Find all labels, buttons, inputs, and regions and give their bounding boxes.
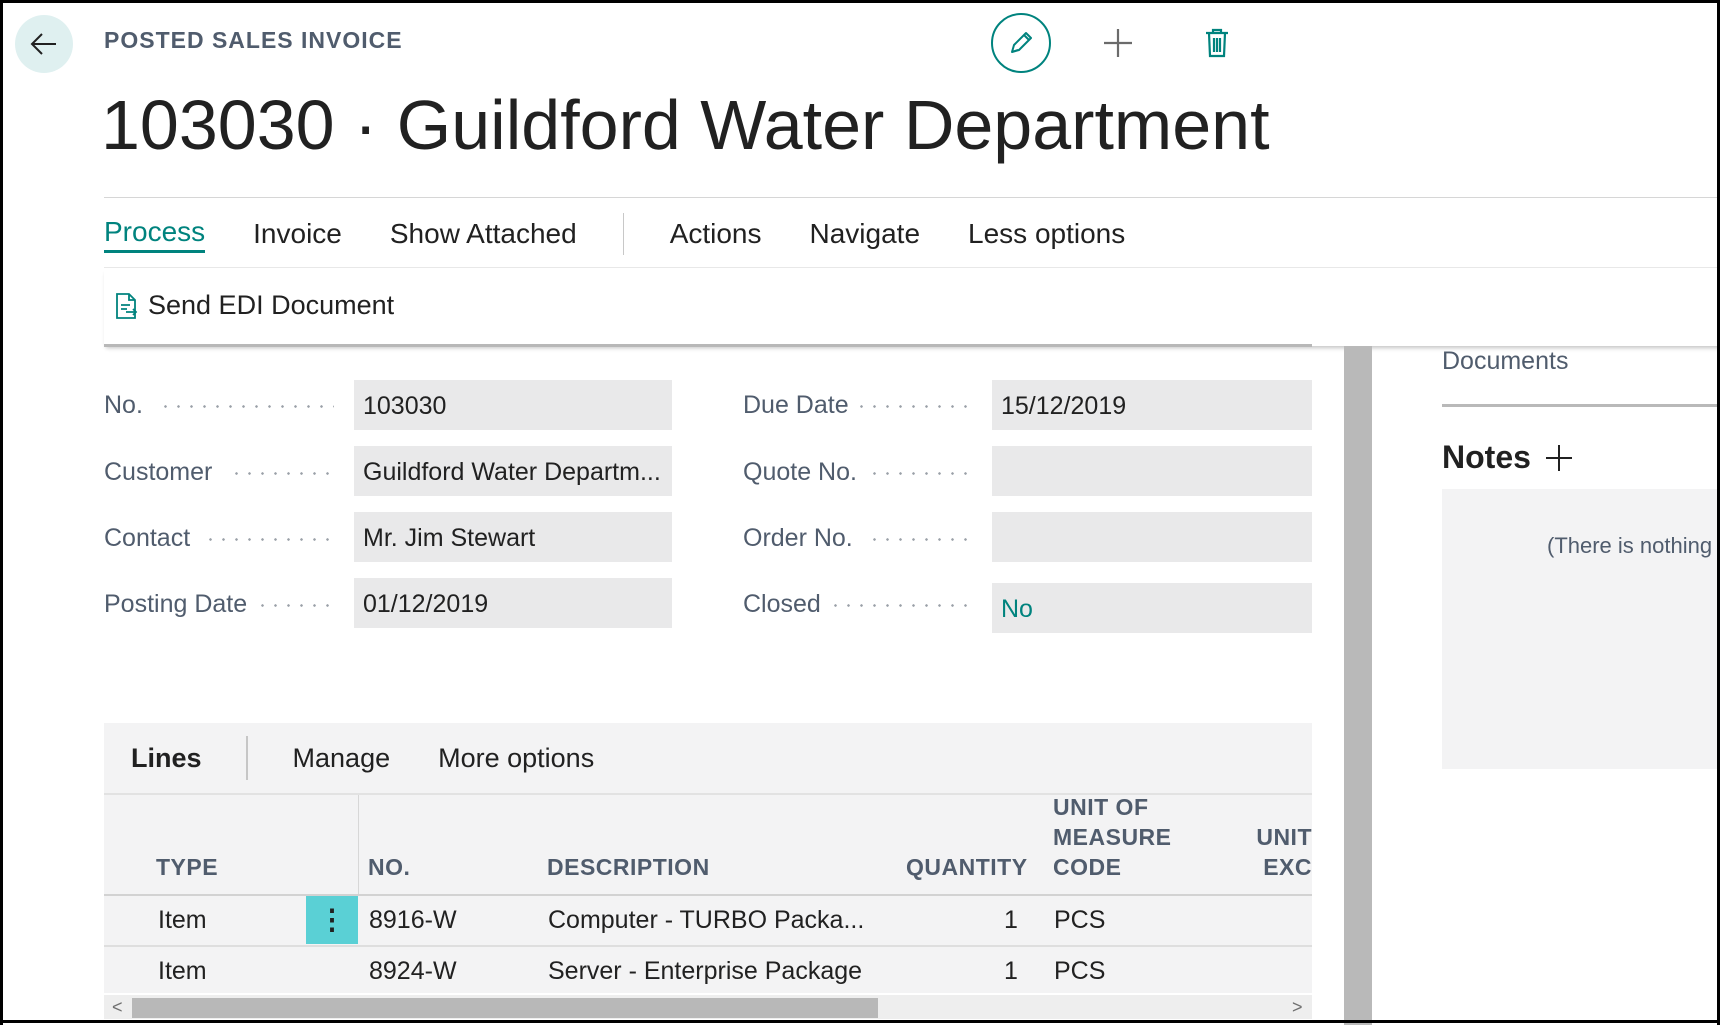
closed-label: Closed	[743, 590, 821, 618]
order-no-label: Order No.	[743, 524, 853, 552]
factbox-splitter[interactable]	[1344, 346, 1372, 1025]
col-no[interactable]: NO.	[368, 852, 410, 882]
due-date-field[interactable]: 15/12/2019	[992, 380, 1312, 430]
pencil-icon	[1011, 32, 1032, 53]
delete-button[interactable]	[1187, 13, 1247, 73]
table-row[interactable]: Item ⋮ 8916-W Computer - TURBO Packa... …	[104, 896, 1312, 947]
row-description: Server - Enterprise Package	[548, 957, 863, 985]
scroll-left-icon[interactable]: <	[112, 997, 123, 1018]
col-uom-line1: UNIT OF	[1053, 794, 1149, 820]
customer-label: Customer	[104, 458, 213, 486]
no-field[interactable]: 103030	[354, 380, 672, 430]
table-row[interactable]: Item 8924-W Server - Enterprise Package …	[104, 947, 1312, 993]
col-quantity[interactable]: QUANTITY	[906, 852, 1028, 882]
page-title: 103030 · Guildford Water Department	[101, 86, 1270, 164]
row-quantity: 1	[1004, 957, 1018, 985]
lines-divider	[245, 736, 248, 780]
send-edi-label: Send EDI Document	[148, 290, 395, 320]
order-no-dots	[868, 538, 973, 541]
due-date-label: Due Date	[743, 391, 849, 419]
order-no-field[interactable]	[992, 512, 1312, 562]
back-arrow-icon	[30, 33, 56, 55]
col-unit-price[interactable]: UNIT EXC	[1256, 822, 1312, 882]
row-description: Computer - TURBO Packa...	[548, 906, 865, 934]
row-uom: PCS	[1054, 906, 1106, 934]
customer-dots	[230, 472, 334, 475]
column-separator	[358, 795, 359, 895]
send-edi-document-button[interactable]: Send EDI Document	[114, 290, 394, 321]
documents-label[interactable]: Documents	[1442, 347, 1568, 376]
lines-tab[interactable]: Lines	[131, 743, 202, 774]
trash-icon	[1206, 28, 1228, 58]
posting-date-field[interactable]: 01/12/2019	[354, 578, 672, 628]
content-top-border	[104, 344, 1312, 347]
col-description[interactable]: DESCRIPTION	[547, 852, 710, 882]
quote-no-field[interactable]	[992, 446, 1312, 496]
document-send-icon	[116, 292, 138, 319]
scrollbar-thumb[interactable]	[132, 998, 878, 1018]
lines-action-bar: Lines Manage More options	[104, 723, 1312, 795]
quote-no-label: Quote No.	[743, 458, 857, 486]
col-unit-line1: UNIT	[1256, 824, 1312, 850]
row-type: Item	[158, 957, 207, 985]
contact-label: Contact	[104, 524, 191, 552]
posting-date-dots	[256, 604, 334, 607]
lines-more-options[interactable]: More options	[438, 743, 594, 774]
due-date-dots	[855, 405, 973, 408]
factbox-divider	[1442, 404, 1717, 407]
notes-panel: (There is nothing t	[1442, 489, 1720, 769]
menu-actions[interactable]: Actions	[670, 218, 762, 250]
col-uom-line2: MEASURE	[1053, 824, 1172, 850]
menu-divider	[622, 213, 624, 255]
more-vertical-icon: ⋮	[318, 904, 346, 935]
contact-field[interactable]: Mr. Jim Stewart	[354, 512, 672, 562]
closed-field[interactable]: No	[992, 583, 1312, 633]
notes-empty-text: (There is nothing t	[1547, 533, 1720, 558]
col-uom-line3: CODE	[1053, 854, 1122, 880]
menu-process[interactable]: Process	[104, 216, 206, 253]
lines-panel: Lines Manage More options TYPE NO. DESCR…	[104, 723, 1312, 993]
plus-icon	[1104, 29, 1132, 57]
customer-field[interactable]: Guildford Water Departm...	[354, 446, 672, 496]
scroll-right-icon[interactable]: >	[1292, 997, 1303, 1018]
header-divider	[104, 197, 1717, 198]
menu-less-options[interactable]: Less options	[968, 218, 1125, 250]
bottom-border	[0, 1020, 1720, 1023]
sub-action-bar: Send EDI Document	[104, 267, 1717, 346]
action-menu-bar: Process Invoice Show Attached Actions Na…	[104, 213, 1173, 255]
row-quantity: 1	[1004, 906, 1018, 934]
row-no[interactable]: 8924-W	[369, 957, 457, 986]
no-dots	[159, 405, 334, 408]
back-button[interactable]	[15, 15, 73, 73]
row-uom: PCS	[1054, 957, 1106, 985]
page-caption: POSTED SALES INVOICE	[104, 27, 403, 53]
contact-dots	[204, 538, 334, 541]
add-note-icon[interactable]	[1543, 442, 1575, 474]
col-uom[interactable]: UNIT OF MEASURE CODE	[1053, 792, 1172, 882]
notes-header: Notes	[1442, 439, 1575, 476]
edit-button[interactable]	[991, 13, 1051, 73]
menu-navigate[interactable]: Navigate	[810, 218, 921, 250]
horizontal-scrollbar[interactable]: < >	[104, 995, 1312, 1019]
new-button[interactable]	[1088, 13, 1148, 73]
menu-show-attached[interactable]: Show Attached	[390, 218, 577, 250]
lines-manage[interactable]: Manage	[293, 743, 391, 774]
col-unit-line2: EXC	[1263, 854, 1312, 880]
row-no[interactable]: 8916-W	[369, 906, 457, 935]
posting-date-label: Posting Date	[104, 590, 248, 618]
no-label: No.	[104, 391, 143, 419]
notes-title: Notes	[1442, 439, 1531, 475]
row-menu-button[interactable]: ⋮	[306, 896, 358, 944]
menu-invoice[interactable]: Invoice	[253, 218, 342, 250]
col-type[interactable]: TYPE	[156, 852, 218, 882]
quote-no-dots	[868, 472, 973, 475]
closed-dots	[829, 604, 973, 607]
row-type: Item	[158, 906, 207, 934]
page-frame: POSTED SALES INVOICE 103030 · Guildford …	[0, 0, 1720, 1025]
